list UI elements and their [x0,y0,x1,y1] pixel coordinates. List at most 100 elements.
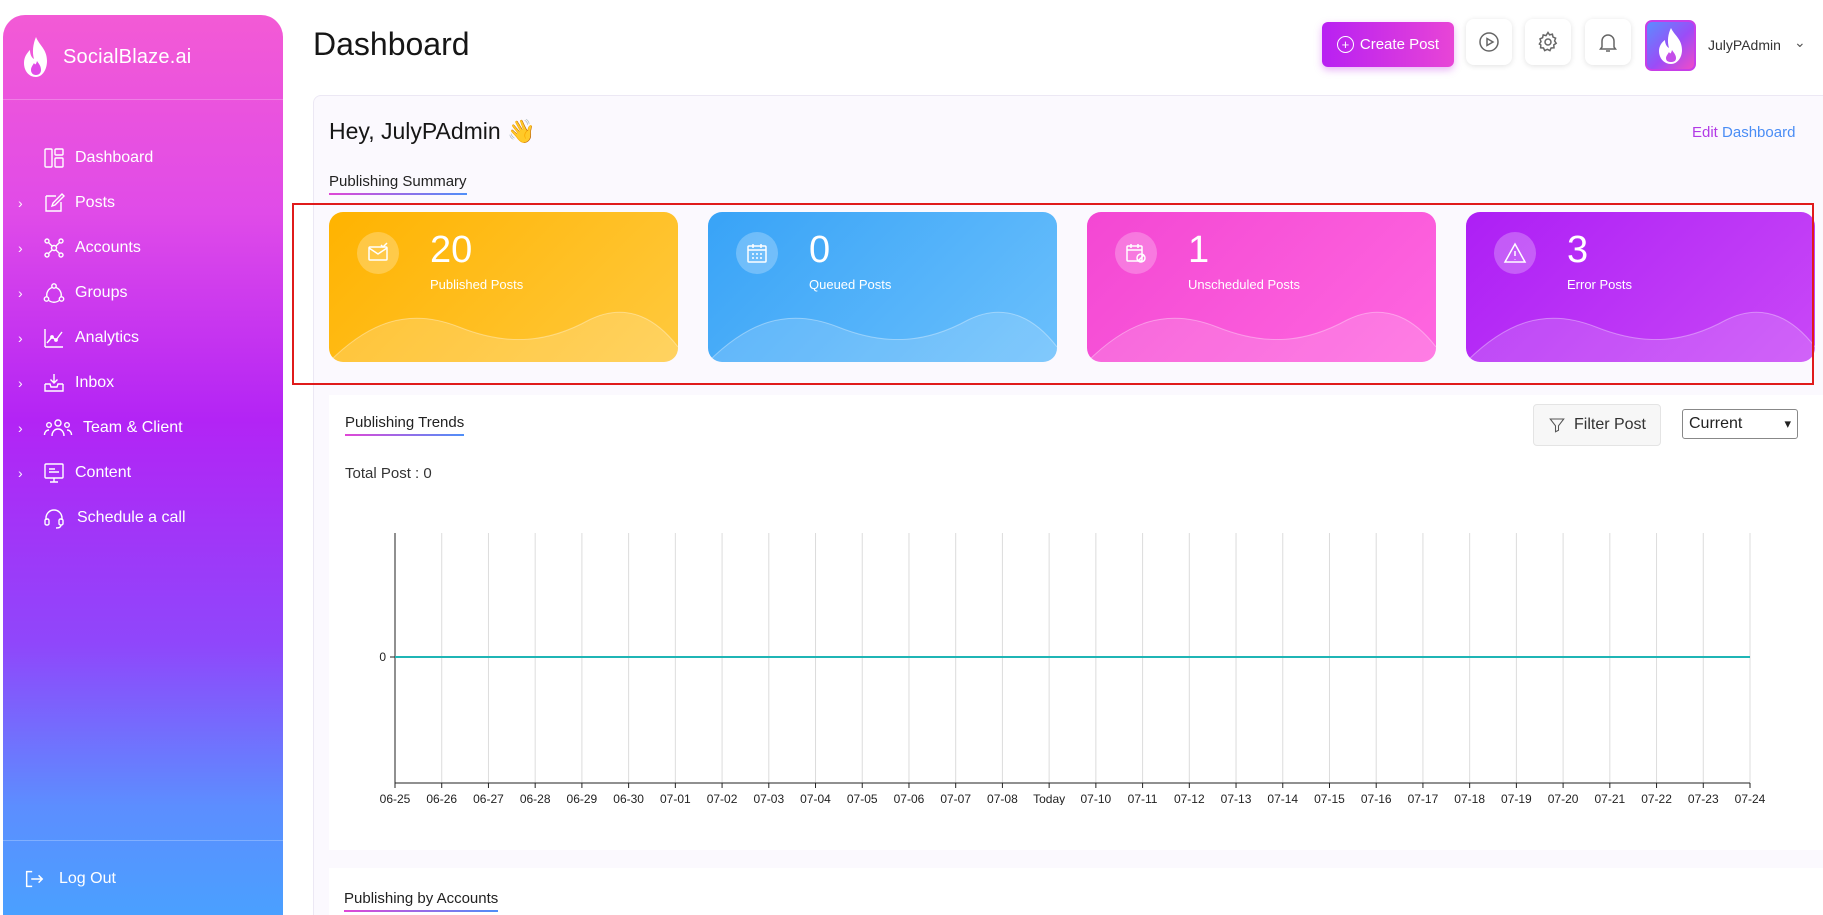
chevron-down-icon[interactable]: ⌄ [1794,34,1806,51]
card-value: 20 [430,229,473,271]
edit-icon [41,190,67,216]
bell-icon [1599,34,1617,52]
edit-dashboard-link[interactable]: Edit Dashboard [1692,124,1795,141]
x-tick-label: 07-06 [894,792,925,805]
logout-button[interactable]: Log Out [23,868,116,890]
x-tick-label: 07-08 [987,792,1018,805]
x-tick-label: 07-11 [1128,792,1158,805]
groups-icon [41,280,67,306]
warning-icon [1494,232,1536,274]
sidebar-divider [3,99,283,100]
x-tick-label: 06-29 [567,792,598,805]
sidebar-item-accounts[interactable]: › Accounts [3,225,283,270]
chevron-right-icon: › [18,329,23,346]
x-tick-label: 07-18 [1454,792,1485,805]
play-icon [1479,32,1499,52]
card-wave-decoration [1087,311,1436,362]
x-tick-label: 06-27 [473,792,504,805]
dashboard-icon [41,145,67,171]
unscheduled-posts-card[interactable]: 1 Unscheduled Posts [1087,212,1436,362]
x-tick-label: 07-02 [707,792,738,805]
sidebar-item-label: Content [75,463,132,481]
card-wave-decoration [1466,311,1815,362]
y-tick-label: 0 [379,650,386,664]
headset-icon [41,505,67,531]
x-tick-label: 07-21 [1594,792,1625,805]
card-label: Unscheduled Posts [1188,277,1301,292]
x-tick-label: Today [1033,792,1065,805]
publishing-summary-title: Publishing Summary [329,173,467,195]
card-wave-decoration [708,311,1057,362]
x-tick-label: 07-15 [1314,792,1345,805]
mail-check-icon [357,232,399,274]
play-video-button[interactable] [1466,19,1512,65]
inbox-icon [41,370,67,396]
sidebar-item-schedule-call[interactable]: Schedule a call [3,495,283,540]
flame-logo-icon [24,37,47,77]
x-tick-label: 07-14 [1267,792,1298,805]
filter-post-button[interactable]: Filter Post [1533,404,1661,446]
filter-post-label: Filter Post [1573,416,1646,433]
publishing-accounts-panel [329,868,1823,915]
published-posts-card[interactable]: 20 Published Posts [329,212,678,362]
x-tick-label: 07-19 [1501,792,1532,805]
plus-circle-icon: + [1336,36,1354,53]
error-posts-card[interactable]: 3 Error Posts [1466,212,1815,362]
sidebar-item-inbox[interactable]: › Inbox [3,360,283,405]
edit-dashboard-prefix: Edit [1692,124,1718,141]
sidebar-item-groups[interactable]: › Groups [3,270,283,315]
sidebar-item-label: Posts [75,193,116,211]
chevron-right-icon: › [18,284,23,301]
sidebar-item-analytics[interactable]: › Analytics [3,315,283,360]
publishing-accounts-title: Publishing by Accounts [344,890,499,912]
x-tick-label: 06-25 [380,792,411,805]
sidebar-item-label: Inbox [75,373,115,391]
team-icon [41,415,75,441]
card-value: 3 [1567,229,1589,271]
sidebar-item-content[interactable]: › Content [3,450,283,495]
sidebar-item-dashboard[interactable]: Dashboard [3,135,283,180]
x-tick-label: 07-24 [1735,792,1766,805]
x-tick-label: 07-10 [1081,792,1112,805]
network-icon [41,235,67,261]
publishing-trends-chart: 0 06-25 06-26 06-27 06-28 06-29 06-30 07-01 07-… [379,533,1766,805]
sidebar-item-label: Dashboard [75,148,154,166]
x-tick-label: 07-07 [940,792,971,805]
card-label: Published Posts [430,277,524,292]
chevron-right-icon: › [18,464,23,481]
x-tick-label: 07-20 [1548,792,1579,805]
user-name[interactable]: JulyPAdmin [1708,37,1781,53]
sidebar-divider [3,840,283,841]
total-post: Total Post : 0 [345,465,432,482]
page-title: Dashboard [313,26,470,62]
settings-button[interactable] [1525,19,1571,65]
chevron-right-icon: › [18,194,23,211]
x-tick-label: 06-28 [520,792,551,805]
chevron-right-icon: › [18,239,23,256]
gear-icon [1538,31,1558,52]
logout-label: Log Out [59,870,116,887]
publishing-trends-title: Publishing Trends [345,414,465,436]
calendar-grid-icon [736,232,778,274]
x-tick-label: 07-13 [1221,792,1252,805]
analytics-icon [41,325,67,351]
range-select[interactable]: Current ▾ [1682,409,1798,439]
sidebar-item-posts[interactable]: › Posts [3,180,283,225]
x-tick-label: 06-30 [613,792,644,805]
greeting: Hey, JulyPAdmin 👋 [329,118,536,144]
x-tick-label: 07-12 [1174,792,1205,805]
sidebar-item-team-client[interactable]: › Team & Client [3,405,283,450]
brand[interactable]: SocialBlaze.ai [17,35,191,79]
avatar[interactable] [1645,20,1696,71]
card-label: Error Posts [1567,277,1633,292]
create-post-label: Create Post [1359,36,1440,53]
card-value: 1 [1188,229,1210,271]
sidebar-item-label: Analytics [75,328,140,346]
app: SocialBlaze.ai Dashboard › Posts › Accou… [0,0,1823,915]
card-wave-decoration [329,311,678,362]
sidebar-item-label: Accounts [75,238,141,256]
queued-posts-card[interactable]: 0 Queued Posts [708,212,1057,362]
create-post-button[interactable]: + Create Post [1322,22,1454,67]
notifications-button[interactable] [1585,19,1631,65]
x-tick-label: 07-22 [1641,792,1672,805]
